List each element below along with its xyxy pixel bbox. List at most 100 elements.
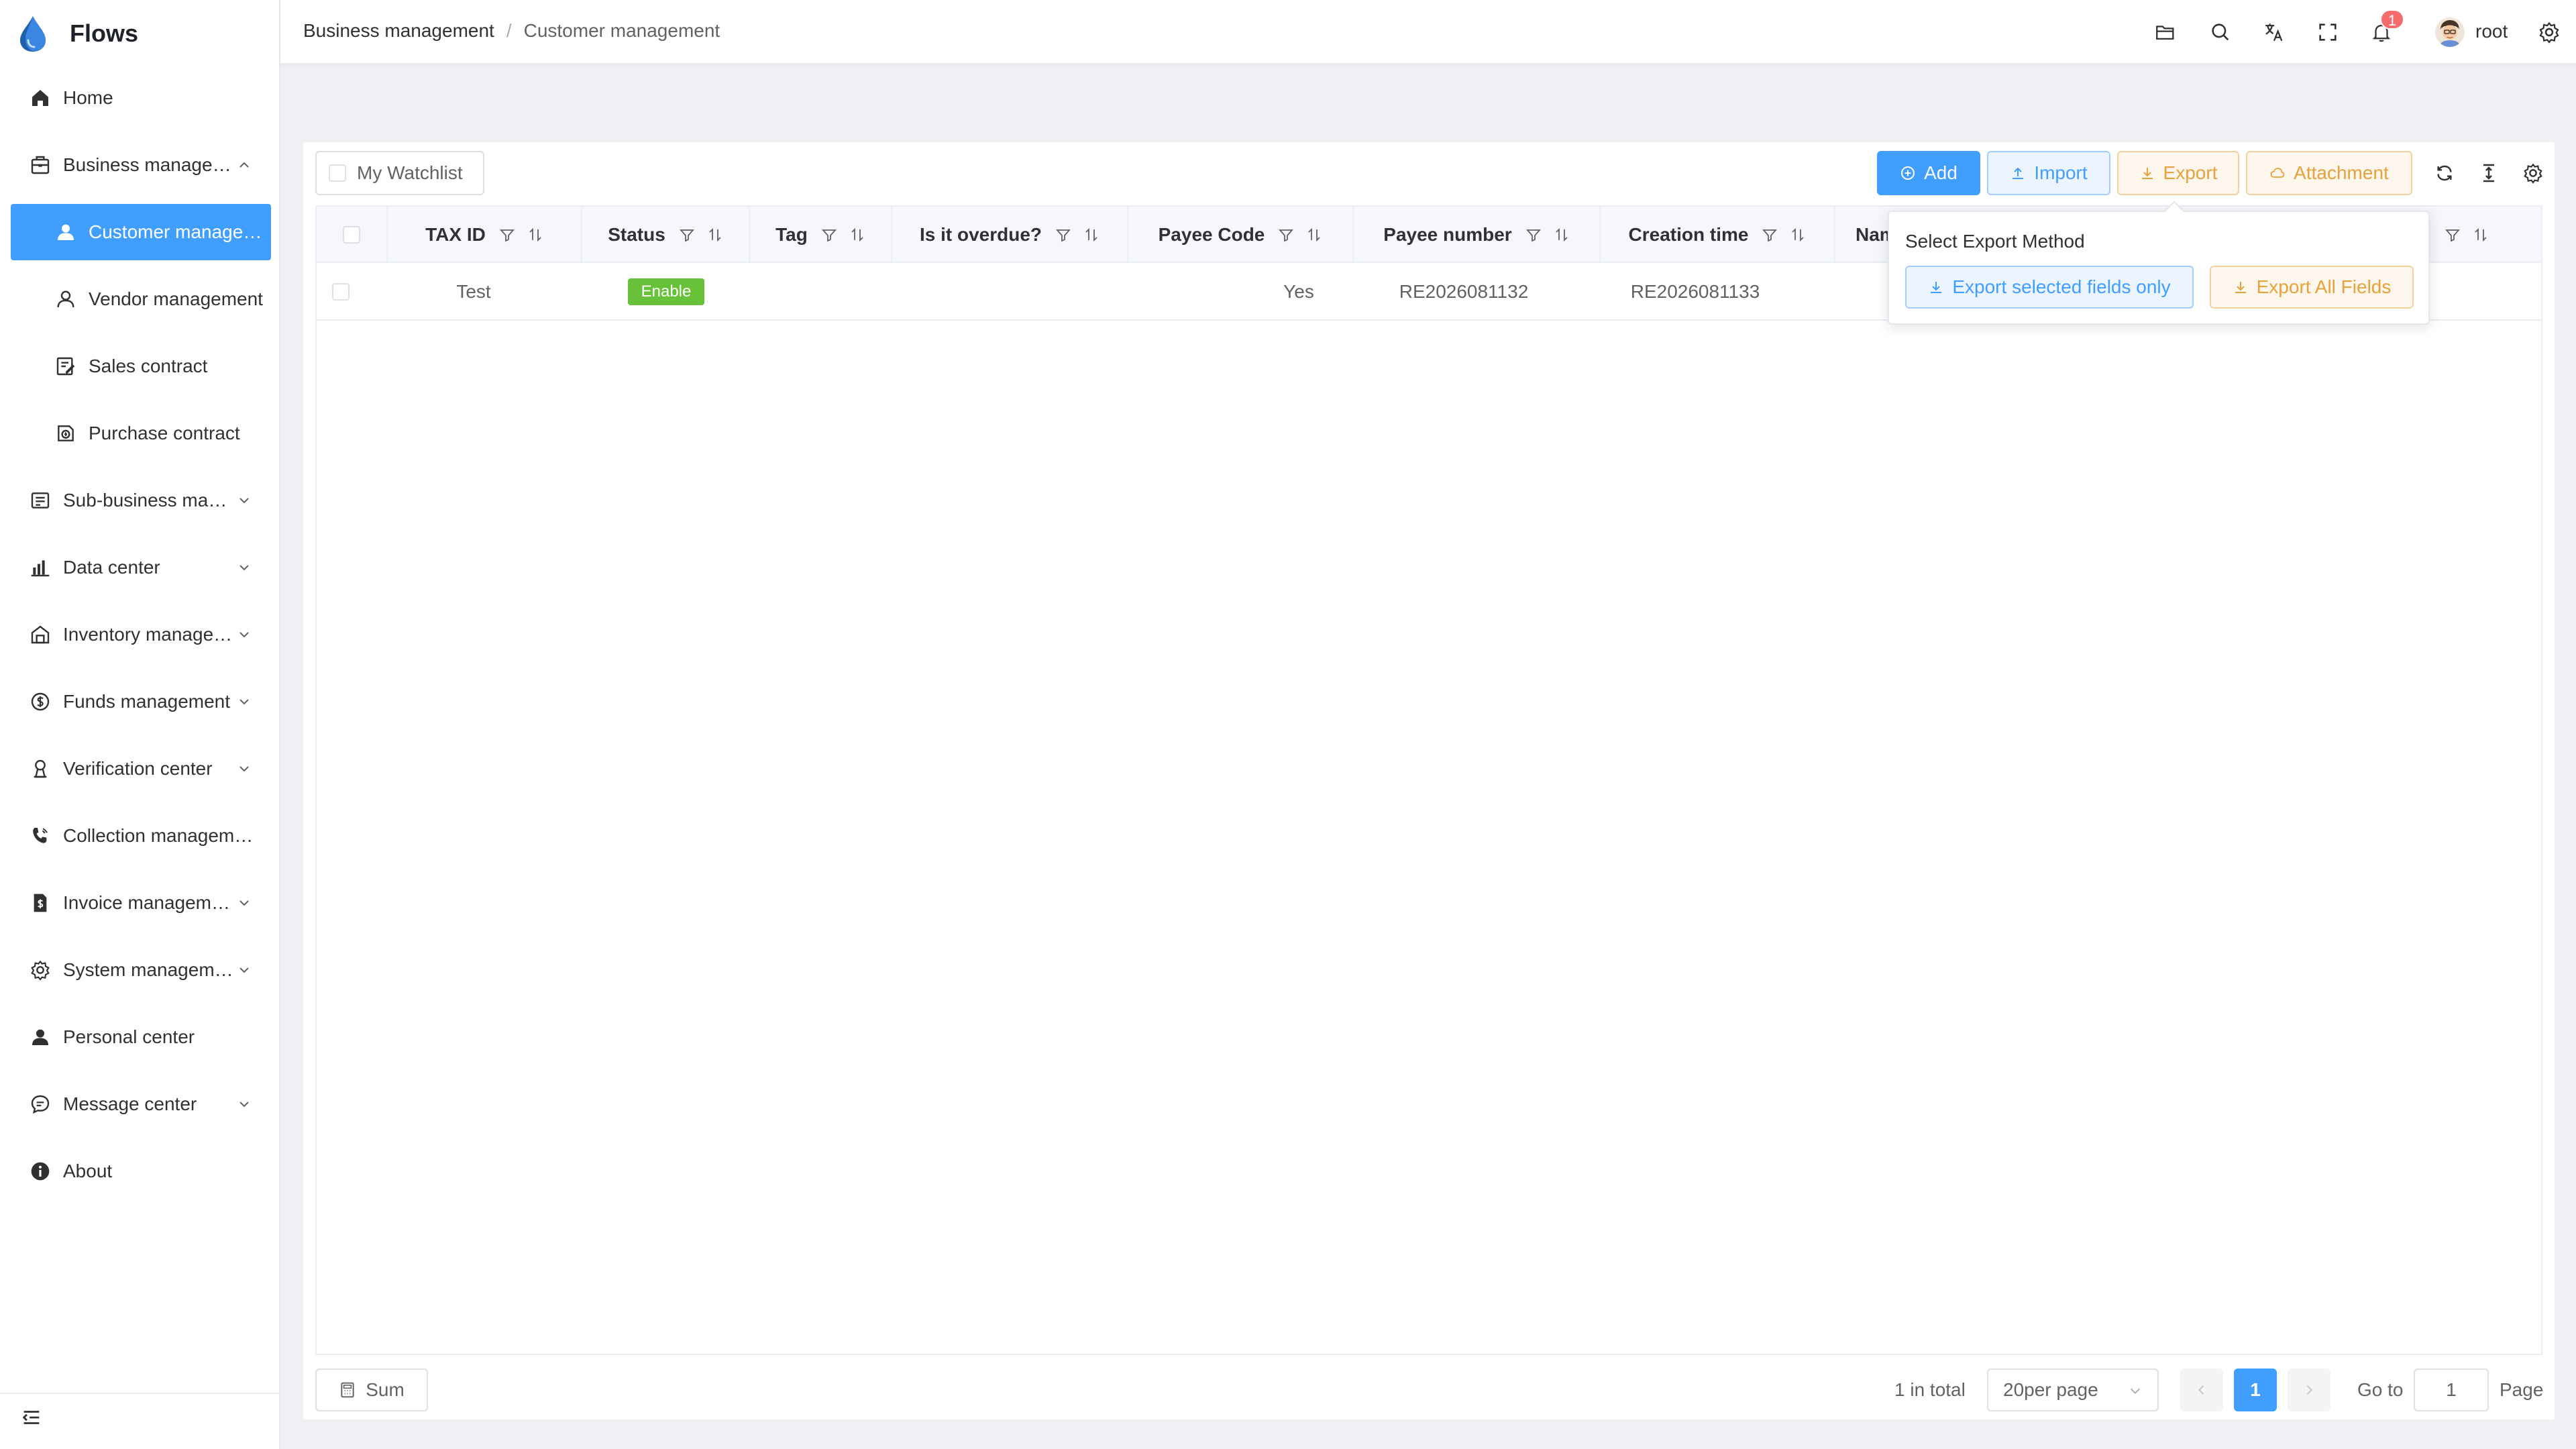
page-size-select[interactable]: 20per page [1987,1368,2159,1411]
row-height-icon[interactable] [2475,160,2502,186]
sidebar-item-invoice-management[interactable]: Invoice management [11,875,271,931]
filter-icon[interactable] [679,227,695,243]
select-all-checkbox[interactable] [343,226,360,244]
export-button[interactable]: Export [2117,151,2239,195]
sidebar-item-personal-center[interactable]: Personal center [11,1009,271,1065]
breadcrumb-item[interactable]: Business management [303,20,494,42]
sidebar-item-collection-management[interactable]: Collection management [11,808,271,864]
sort-icon[interactable] [849,227,865,243]
sidebar-item-label: Purchase contract [89,423,240,443]
sidebar-item-label: Sub-business management [63,490,236,511]
filter-icon[interactable] [1055,227,1071,243]
column-header-overdue[interactable]: Is it overdue? [892,207,1128,263]
column-header-creation-time[interactable]: Creation time [1601,207,1835,263]
column-header-status[interactable]: Status [582,207,750,263]
import-button[interactable]: Import [1987,151,2110,195]
export-all-label: Export All Fields [2256,276,2392,297]
cell-tax-id: Test [456,281,491,302]
breadcrumb-item-current: Customer management [523,20,720,41]
next-page-button[interactable] [2288,1368,2330,1411]
filter-icon[interactable] [499,227,515,243]
column-title: TAX ID [425,224,486,245]
sidebar-item-sales-contract[interactable]: Sales contract [11,338,271,394]
chevron-left-icon [2198,1385,2204,1395]
sidebar-item-label: Business management [63,154,236,175]
user-outline-icon [54,287,78,311]
column-settings-icon[interactable] [2520,160,2546,186]
goto-page-input[interactable] [2414,1368,2489,1411]
my-watchlist-toggle[interactable]: My Watchlist [315,151,484,195]
column-header-payee-code[interactable]: Payee Code [1128,207,1354,263]
sort-icon[interactable] [1306,227,1322,243]
plus-circle-icon [1901,166,1915,180]
sidebar-item-label: Funds management [63,691,231,712]
sidebar-item-home[interactable]: Home [11,70,271,126]
filter-icon[interactable] [1278,227,1294,243]
info-icon [28,1159,52,1183]
add-button[interactable]: Add [1877,151,1980,195]
phone-icon [28,824,52,848]
collapse-sidebar-icon[interactable] [20,1406,43,1429]
filter-icon[interactable] [821,227,837,243]
sidebar-item-customer-management[interactable]: Customer management [11,204,271,260]
sidebar-item-purchase-contract[interactable]: Purchase contract [11,405,271,462]
watchlist-checkbox[interactable] [329,164,346,182]
logo[interactable]: Flows [16,15,138,52]
download-icon [2235,282,2246,293]
sort-icon[interactable] [2473,227,2489,243]
sidebar-item-label: Personal center [63,1026,195,1047]
sidebar-item-sub-business-management[interactable]: Sub-business management [11,472,271,529]
sidebar-item-message-center[interactable]: Message center [11,1076,271,1132]
sort-icon[interactable] [527,227,543,243]
sum-button[interactable]: Sum [315,1368,428,1411]
status-badge: Enable [627,278,705,305]
avatar[interactable] [2435,17,2465,47]
add-label: Add [1924,162,1957,183]
invoice-icon [28,891,52,915]
sort-icon[interactable] [1083,227,1099,243]
sub-business-icon [28,488,52,513]
prev-page-button[interactable] [2180,1368,2223,1411]
settings-gear-icon[interactable] [2536,19,2563,46]
sidebar-item-verification-center[interactable]: Verification center [11,741,271,797]
refresh-icon[interactable] [2431,160,2458,186]
user-name[interactable]: root [2475,21,2508,42]
sort-icon[interactable] [1554,227,1570,243]
divider [0,1393,280,1394]
chevron-up-icon [239,162,249,168]
breadcrumb-separator: / [506,20,512,41]
column-header-payee-number[interactable]: Payee number [1354,207,1601,263]
column-title: Creation time [1628,224,1749,245]
sidebar-item-vendor-management[interactable]: Vendor management [11,271,271,327]
page-number-current[interactable]: 1 [2234,1368,2277,1411]
sidebar-item-business-management[interactable]: Business management [11,137,271,193]
column-header-tax-id[interactable]: TAX ID [388,207,582,263]
sidebar-item-about[interactable]: About [11,1143,271,1199]
translate-icon[interactable] [2261,19,2288,46]
filter-icon[interactable] [2445,227,2461,243]
cell-tag [750,263,892,321]
sidebar-item-funds-management[interactable]: Funds management [11,674,271,730]
filter-icon[interactable] [1762,227,1778,243]
chevron-down-icon [239,699,249,705]
popover-title: Select Export Method [1905,231,2085,252]
export-all-fields-button[interactable]: Export All Fields [2210,266,2414,309]
sidebar-item-inventory-management[interactable]: Inventory management [11,606,271,663]
sidebar: Flows Home Business management Customer … [0,0,280,1449]
chevron-down-icon [2130,1388,2141,1394]
sidebar-item-system-management[interactable]: System management [11,942,271,998]
filter-icon[interactable] [1525,227,1542,243]
attachment-button[interactable]: Attachment [2246,151,2412,195]
chevron-down-icon [239,498,249,504]
goto-label: Go to [2357,1379,2404,1400]
folder-icon[interactable] [2152,19,2179,46]
column-header-tag[interactable]: Tag [750,207,892,263]
export-selected-fields-button[interactable]: Export selected fields only [1905,266,2194,309]
fullscreen-icon[interactable] [2314,19,2341,46]
sort-icon[interactable] [707,227,723,243]
row-checkbox[interactable] [332,283,350,301]
sort-icon[interactable] [1790,227,1806,243]
sidebar-item-data-center[interactable]: Data center [11,539,271,596]
search-icon[interactable] [2207,19,2234,46]
sidebar-item-label: System management [63,959,236,980]
